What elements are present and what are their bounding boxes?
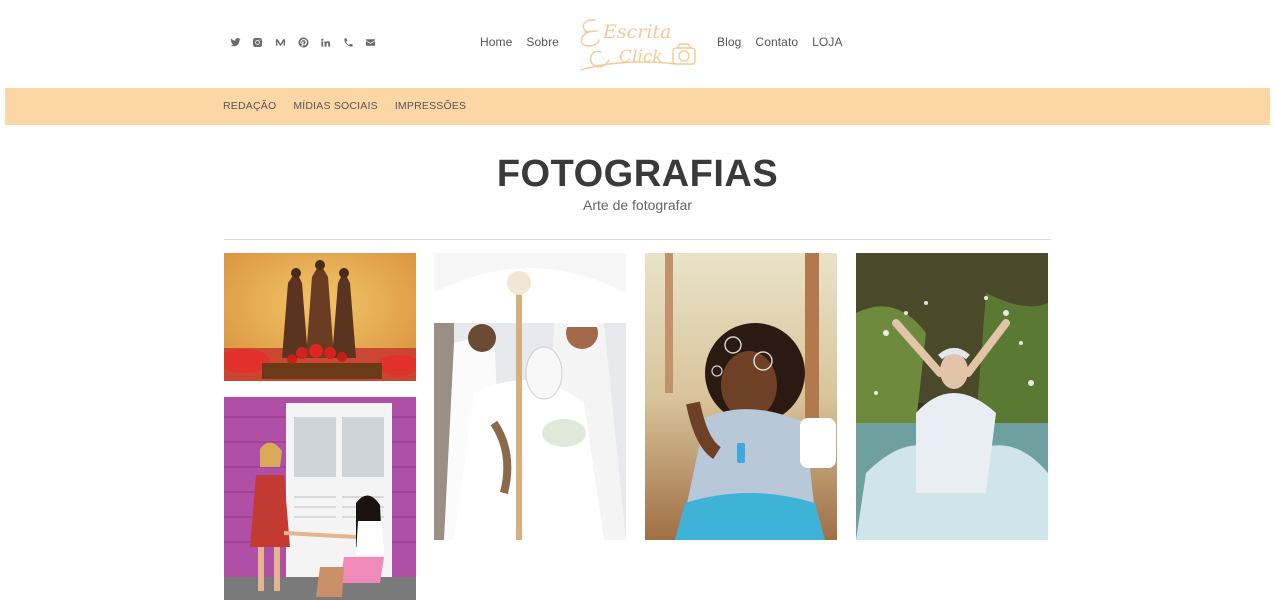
site-header: Home Sobre Escrita Click Blog Contato LO…: [0, 0, 1275, 88]
nav-blog-link[interactable]: Blog: [717, 35, 741, 49]
nav-loja-link[interactable]: LOJA: [812, 35, 842, 49]
category-redacao-link[interactable]: REDAÇÃO: [223, 100, 276, 112]
nav-home-link[interactable]: Home: [480, 35, 512, 49]
photo-two-women[interactable]: [224, 397, 416, 600]
linkedin-icon[interactable]: [314, 33, 337, 51]
pinterest-icon[interactable]: [292, 33, 315, 51]
svg-text:Escrita: Escrita: [602, 21, 671, 43]
medium-icon[interactable]: [269, 33, 292, 51]
social-icons: [224, 33, 382, 51]
page-subtitle: Arte de fotografar: [583, 197, 692, 213]
envelope-icon[interactable]: [360, 33, 383, 51]
nav-sobre-link[interactable]: Sobre: [526, 35, 559, 49]
category-midias-sociais-link[interactable]: MÍDIAS SOCIAIS: [293, 100, 377, 112]
category-impressoes-link[interactable]: IMPRESSÕES: [395, 100, 466, 112]
escrita-click-logo[interactable]: Escrita Click: [575, 12, 701, 74]
photo-statue[interactable]: [224, 253, 416, 381]
divider: [224, 239, 1051, 240]
category-links: REDAÇÃO MÍDIAS SOCIAIS IMPRESSÕES: [223, 100, 466, 112]
page-title: FOTOGRAFIAS: [496, 153, 779, 195]
photo-water-splash[interactable]: [856, 253, 1048, 540]
instagram-icon[interactable]: [247, 33, 270, 51]
twitter-icon[interactable]: [224, 33, 247, 51]
nav-left: Home Sobre: [480, 35, 559, 49]
photo-bubbles[interactable]: [645, 253, 837, 540]
photo-ceremony[interactable]: [434, 253, 626, 540]
svg-text:Click: Click: [619, 47, 663, 67]
nav-contato-link[interactable]: Contato: [755, 35, 798, 49]
phone-icon[interactable]: [337, 33, 360, 51]
category-bar: REDAÇÃO MÍDIAS SOCIAIS IMPRESSÕES: [5, 88, 1270, 125]
nav-right: Blog Contato LOJA: [717, 35, 843, 49]
